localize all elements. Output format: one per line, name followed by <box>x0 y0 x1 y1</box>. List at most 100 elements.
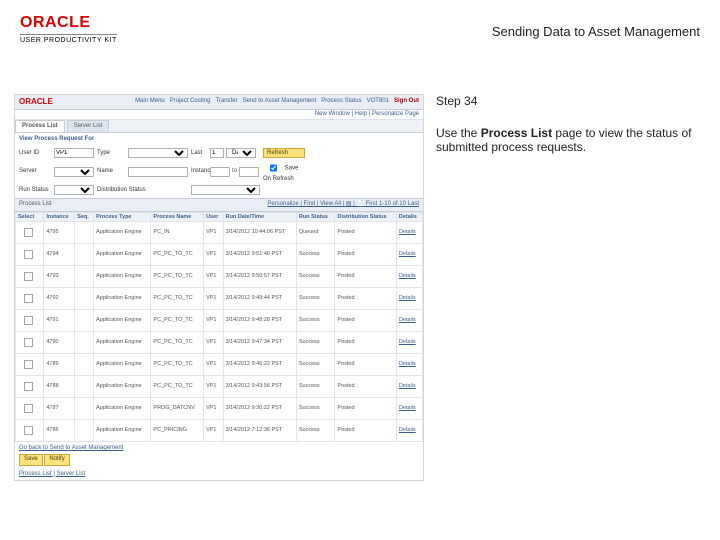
cell: PC_PC_TO_TC <box>151 310 204 332</box>
cell[interactable] <box>16 266 44 288</box>
cell[interactable]: Details <box>396 420 422 442</box>
cell[interactable]: Details <box>396 332 422 354</box>
upk-label: USER PRODUCTIVITY KIT <box>20 34 117 44</box>
table-row: 4791Application EnginePC_PC_TO_TCVP13/14… <box>16 310 423 332</box>
cell: 3/14/2012 9:30:22 PST <box>223 398 296 420</box>
cell: Application Engine <box>94 266 151 288</box>
shot-sublinks[interactable]: New Window | Help | Personalize Page <box>15 110 423 120</box>
col-header[interactable]: Distribution Status <box>335 212 396 222</box>
cell[interactable]: Details <box>396 244 422 266</box>
tab-server-list[interactable]: Server List <box>67 120 110 132</box>
cell[interactable] <box>16 332 44 354</box>
dist-status-select[interactable] <box>191 185 260 195</box>
table-row: 4786Application EnginePC_PRICINGVP13/14/… <box>16 420 423 442</box>
table-row: 4795Application EnginePC_INVP13/14/2012 … <box>16 222 423 244</box>
run-status-select[interactable] <box>54 185 94 195</box>
cell <box>75 354 94 376</box>
cell: 4787 <box>44 398 75 420</box>
cell[interactable] <box>16 310 44 332</box>
last-unit-select[interactable]: Days <box>226 148 256 158</box>
col-header[interactable]: Seq. <box>75 212 94 222</box>
cell: PC_PC_TO_TC <box>151 354 204 376</box>
cell: 4788 <box>44 376 75 398</box>
cell: Application Engine <box>94 332 151 354</box>
cell: Success <box>296 266 335 288</box>
cell: PC_IN <box>151 222 204 244</box>
cell[interactable] <box>16 398 44 420</box>
cell: PC_PRICING <box>151 420 204 442</box>
refresh-button[interactable]: Refresh <box>263 148 305 158</box>
nav-transfer[interactable]: Transfer <box>215 98 237 105</box>
cell[interactable]: Details <box>396 266 422 288</box>
nav-send-asset[interactable]: Send to Asset Management <box>243 98 317 105</box>
cell: 4789 <box>44 354 75 376</box>
bottom-tabs[interactable]: Process List | Server List <box>15 469 423 480</box>
go-back-link[interactable]: Go back to Send to Asset Management <box>19 445 419 452</box>
cell[interactable] <box>16 420 44 442</box>
nav-process-status[interactable]: Process Status <box>321 98 361 105</box>
cell: Success <box>296 376 335 398</box>
cell: 3/14/2012 10:44:06 PST <box>223 222 296 244</box>
name-label: Name <box>97 168 125 175</box>
col-header[interactable]: Select <box>16 212 44 222</box>
cell: Posted <box>335 288 396 310</box>
user-id-label: User ID <box>19 150 51 157</box>
user-id-input[interactable] <box>54 148 94 158</box>
name-input[interactable] <box>128 167 188 177</box>
cell: Application Engine <box>94 288 151 310</box>
server-label: Server <box>19 168 51 175</box>
instance-from[interactable] <box>210 167 230 177</box>
cell[interactable] <box>16 244 44 266</box>
cell: Application Engine <box>94 354 151 376</box>
cell: VP1 <box>204 244 224 266</box>
server-select[interactable] <box>54 167 94 177</box>
instance-to[interactable] <box>239 167 259 177</box>
tab-process-list[interactable]: Process List <box>15 120 65 132</box>
cell: Posted <box>335 354 396 376</box>
cell[interactable]: Details <box>396 376 422 398</box>
cell <box>75 398 94 420</box>
cell: VP1 <box>204 354 224 376</box>
run-status-label: Run Status <box>19 187 51 194</box>
nav-signout[interactable]: Sign Out <box>394 98 419 105</box>
notify-button[interactable]: Notify <box>44 454 69 465</box>
col-header[interactable]: Details <box>396 212 422 222</box>
cell[interactable] <box>16 222 44 244</box>
save-button[interactable]: Save <box>19 454 43 465</box>
cell[interactable]: Details <box>396 310 422 332</box>
cell[interactable]: Details <box>396 398 422 420</box>
cell: PC_PC_TO_TC <box>151 244 204 266</box>
last-n-input[interactable] <box>210 148 224 158</box>
col-header[interactable]: Run Status <box>296 212 335 222</box>
save-refresh-check[interactable]: Save On Refresh <box>263 160 305 183</box>
list-meta[interactable]: Personalize | Find | View All | ▤ | 📄 Fi… <box>267 201 419 208</box>
cell[interactable] <box>16 288 44 310</box>
cell: VP1 <box>204 332 224 354</box>
cell: Success <box>296 244 335 266</box>
cell: 4792 <box>44 288 75 310</box>
cell: 4790 <box>44 332 75 354</box>
cell <box>75 244 94 266</box>
col-header[interactable]: User <box>204 212 224 222</box>
cell: Success <box>296 332 335 354</box>
cell: 4793 <box>44 266 75 288</box>
cell: VP1 <box>204 398 224 420</box>
nav-main[interactable]: Main Menu <box>135 98 165 105</box>
process-list-screenshot: ORACLE Main Menu Project Costing Transfe… <box>14 94 424 481</box>
cell: Posted <box>335 376 396 398</box>
type-select[interactable] <box>128 148 188 158</box>
col-header[interactable]: Process Name <box>151 212 204 222</box>
col-header[interactable]: Process Type <box>94 212 151 222</box>
cell[interactable]: Details <box>396 222 422 244</box>
col-header[interactable]: Run Date/Time <box>223 212 296 222</box>
cell: 4791 <box>44 310 75 332</box>
nav-costing[interactable]: Project Costing <box>170 98 211 105</box>
col-header[interactable]: Instance <box>44 212 75 222</box>
type-label: Type <box>97 150 125 157</box>
cell[interactable]: Details <box>396 288 422 310</box>
cell: 3/14/2012 9:43:56 PST <box>223 376 296 398</box>
cell[interactable] <box>16 376 44 398</box>
cell: 3/14/2012 9:50:57 PST <box>223 266 296 288</box>
cell[interactable] <box>16 354 44 376</box>
cell[interactable]: Details <box>396 354 422 376</box>
